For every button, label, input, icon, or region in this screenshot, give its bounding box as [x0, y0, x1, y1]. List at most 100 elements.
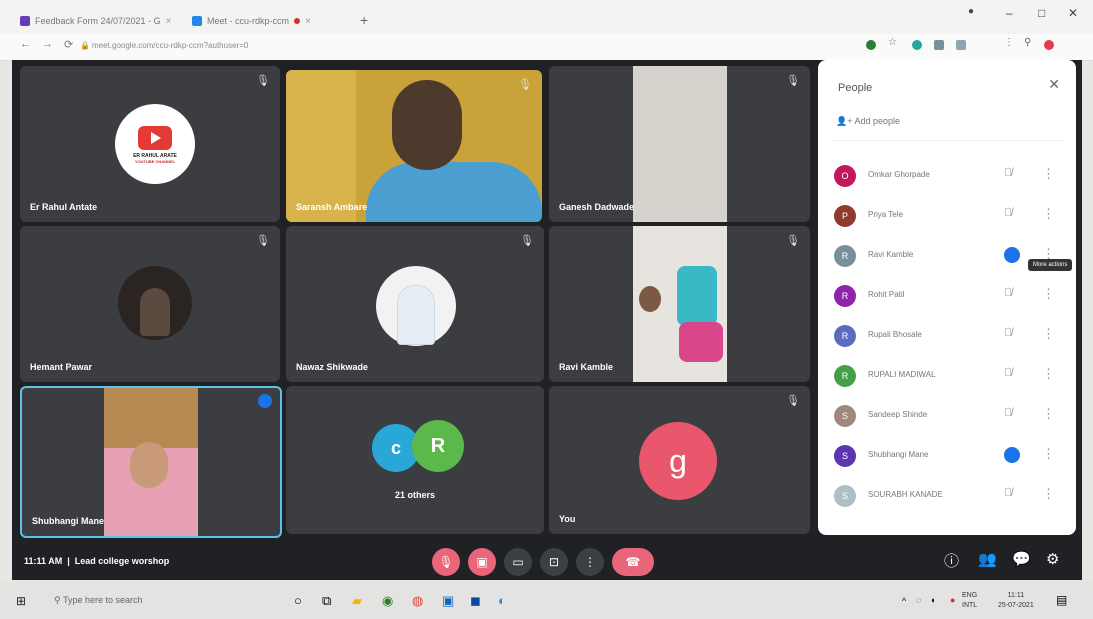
extension-icon[interactable]	[934, 40, 944, 50]
people-icon[interactable]: 👥	[978, 550, 997, 568]
others-tile[interactable]: c R 21 others	[286, 386, 544, 534]
captions-button[interactable]: ▭	[504, 548, 532, 576]
close-window-button[interactable]: ✕	[1068, 6, 1078, 20]
participant-row[interactable]: R RUPALI MADIWAL 🎙̸ ⋮	[832, 356, 1064, 396]
extension-icon[interactable]	[956, 40, 966, 50]
add-people-button[interactable]: 👤+ Add people	[836, 116, 900, 127]
windows-start-icon[interactable]: ⊞	[16, 594, 26, 608]
participant-tile[interactable]: 🎙 Ravi Kamble	[549, 226, 810, 382]
camera-off-icon: ▣	[476, 555, 488, 569]
app-tray-icon[interactable]: ●	[950, 595, 955, 605]
participant-name: Saransh Ambare	[296, 202, 368, 212]
mic-off-icon: 🎙	[438, 555, 454, 569]
media-indicator-icon[interactable]: ●	[968, 6, 974, 17]
puzzle-icon[interactable]: ⋮	[1004, 37, 1014, 48]
app-icon[interactable]: ▣	[442, 593, 454, 609]
participant-name: Hemant Pawar	[30, 362, 93, 372]
forward-icon[interactable]: →	[42, 38, 53, 50]
avatar: S	[834, 485, 856, 507]
extension-icon[interactable]	[912, 40, 922, 50]
volume-icon[interactable]: ◖	[930, 595, 935, 605]
mic-off-icon: 🎙̸	[1004, 167, 1013, 179]
panel-title: People	[838, 82, 873, 94]
participant-tile[interactable]: 🎙 Nawaz Shikwade	[286, 226, 544, 382]
language-indicator[interactable]: ENG INTL	[962, 591, 977, 611]
activities-icon[interactable]: ⚙	[1046, 550, 1059, 568]
network-icon[interactable]: ◌	[916, 595, 921, 605]
avatar: R	[834, 325, 856, 347]
participant-row[interactable]: R Rupali Bhosale 🎙̸ ⋮	[832, 316, 1064, 356]
participant-photo	[118, 266, 192, 340]
participant-row[interactable]: O Omkar Ghorpade 🎙̸ ⋮	[832, 156, 1064, 196]
close-tab-icon[interactable]: ×	[166, 16, 172, 27]
url-field[interactable]: meet.google.com/ccu-rdkp-ccm?authuser=0	[92, 41, 248, 50]
participant-row[interactable]: P Priya Tele 🎙̸ ⋮	[832, 196, 1064, 236]
more-options-button[interactable]: ⋮	[576, 548, 604, 576]
participant-tile[interactable]: 🎙 Saransh Ambare	[286, 70, 542, 222]
chat-icon[interactable]: 💬	[1012, 550, 1031, 568]
avatar: R	[834, 285, 856, 307]
search-placeholder: Type here to search	[62, 595, 143, 605]
tray-chevron-icon[interactable]: ^	[902, 596, 906, 606]
close-tab-icon[interactable]: ×	[305, 16, 311, 27]
participant-row[interactable]: S Shubhangi Mane ⋮	[832, 436, 1064, 476]
participant-name: Shubhangi Mane	[32, 516, 104, 526]
participant-row[interactable]: R Rohit Patil 🎙̸ ⋮	[832, 276, 1064, 316]
mic-toggle-button[interactable]: 🎙	[432, 548, 460, 576]
video-feed	[633, 66, 727, 222]
more-options-icon[interactable]: ⋮	[1042, 446, 1055, 462]
participant-name: Shubhangi Mane	[868, 450, 929, 459]
tab-label: Feedback Form 24/07/2021 - G	[35, 16, 161, 26]
more-options-icon[interactable]: ⋮	[1042, 326, 1055, 342]
more-options-icon[interactable]: ⋮	[1042, 166, 1055, 182]
more-options-icon[interactable]: ⋮	[1042, 406, 1055, 422]
chrome-icon[interactable]: ◍	[412, 593, 423, 609]
end-call-button[interactable]: ☎	[612, 548, 654, 576]
star-icon[interactable]: ☆	[888, 37, 898, 48]
plus-icon[interactable]: +	[360, 12, 368, 28]
taskbar-search[interactable]: ⚲ Type here to search	[54, 595, 142, 606]
task-view-icon[interactable]: ⧉	[322, 593, 331, 609]
minimize-button[interactable]: –	[1006, 6, 1013, 20]
participant-row[interactable]: S SOURABH KANADE 🎙̸ ⋮	[832, 476, 1064, 516]
present-button[interactable]: ⊡	[540, 548, 568, 576]
participant-row[interactable]: S Sandeep Shinde 🎙̸ ⋮	[832, 396, 1064, 436]
participant-tile[interactable]: ER RAHUL ARATE YOUTUBE CHANNEL 🎙 Er Rahu…	[20, 66, 280, 222]
camera-icon[interactable]	[866, 40, 876, 50]
more-options-icon[interactable]: ⋮	[1042, 206, 1055, 222]
clock[interactable]: 11:11 25-07-2021	[998, 591, 1034, 611]
maximize-button[interactable]: □	[1038, 6, 1045, 20]
photoshop-icon[interactable]: ◼	[470, 593, 481, 609]
more-options-icon[interactable]: ⋮	[1042, 486, 1055, 502]
participant-tile-active-speaker[interactable]: Shubhangi Mane	[20, 386, 282, 538]
more-options-icon[interactable]: ⋮	[1042, 286, 1055, 302]
cortana-icon[interactable]: ○	[294, 593, 302, 608]
mic-off-icon: 🎙	[518, 79, 532, 91]
mic-off-icon: 🎙	[256, 75, 270, 87]
back-icon[interactable]: ←	[20, 38, 31, 50]
reload-icon[interactable]: ⟳	[64, 38, 73, 51]
add-people-label: Add people	[854, 116, 901, 126]
participant-tile[interactable]: 🎙 Ganesh Dadwade	[549, 66, 810, 222]
avatar: S	[834, 405, 856, 427]
tab-feedback-form[interactable]: Feedback Form 24/07/2021 - G ×	[14, 10, 177, 32]
tab-meet[interactable]: Meet - ccu-rdkp-ccm ×	[186, 10, 317, 32]
person-head	[392, 80, 462, 170]
notifications-icon[interactable]: ▤	[1056, 593, 1067, 607]
pin-icon[interactable]: ⚲	[1024, 37, 1034, 48]
close-icon[interactable]: ✕	[1048, 76, 1060, 93]
self-tile[interactable]: g 🎙 You	[549, 386, 810, 534]
file-explorer-icon[interactable]: ▰	[352, 593, 362, 609]
profile-avatar[interactable]	[1044, 40, 1054, 50]
avatar: R	[834, 245, 856, 267]
more-options-icon[interactable]: ⋮	[1042, 366, 1055, 382]
app-icon[interactable]: ◉	[382, 593, 393, 609]
edge-icon[interactable]: ◐	[498, 593, 506, 608]
participant-name: Rupali Bhosale	[868, 330, 922, 339]
participant-tile[interactable]: 🎙 Hemant Pawar	[20, 226, 280, 382]
camera-toggle-button[interactable]: ▣	[468, 548, 496, 576]
info-icon[interactable]: ⓘ	[944, 550, 959, 571]
participant-row[interactable]: R Ravi Kamble ⋮ More actions	[832, 236, 1073, 276]
avatar: P	[834, 205, 856, 227]
participant-name: SOURABH KANADE	[868, 490, 943, 499]
